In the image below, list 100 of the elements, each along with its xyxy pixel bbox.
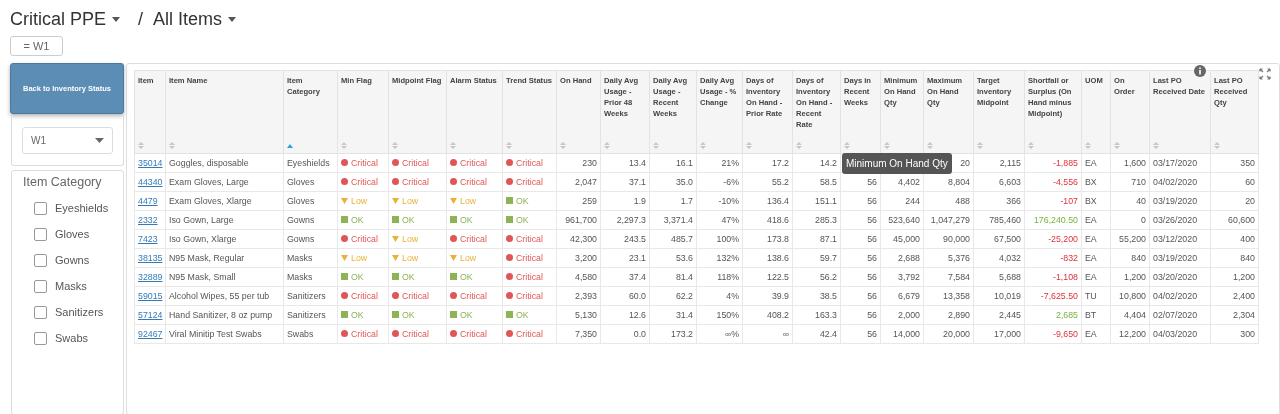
expand-icon[interactable]	[1259, 68, 1271, 80]
status-text: Low	[402, 253, 419, 263]
caret-icon[interactable]	[112, 16, 121, 22]
caret-icon	[95, 138, 104, 143]
sort-icon[interactable]	[506, 141, 512, 150]
table-cell: 7,584	[948, 272, 970, 282]
table-cell: 12,200	[1119, 329, 1146, 339]
table-cell: 21%	[721, 158, 739, 168]
ok-square-icon	[506, 311, 513, 319]
ok-square-icon	[450, 273, 457, 281]
sort-icon[interactable]	[927, 141, 933, 150]
checkbox[interactable]	[34, 227, 47, 241]
table-cell: 418.6	[767, 215, 789, 225]
status-text: OK	[402, 271, 415, 282]
status-text: Low	[402, 196, 419, 206]
table-cell: -1,885	[1053, 158, 1078, 168]
table-cell: 31.4	[675, 310, 693, 320]
checkbox[interactable]	[34, 331, 47, 345]
table-cell: Sanitizers	[287, 310, 326, 320]
critical-dot-icon	[341, 330, 348, 338]
table-cell: 5,688	[999, 272, 1021, 282]
sort-icon[interactable]	[700, 141, 706, 150]
status-text: Low	[351, 196, 368, 206]
filter-chip[interactable]: = W1	[10, 36, 63, 56]
table-cell: -6%	[723, 177, 739, 187]
critical-dot-icon	[341, 159, 348, 167]
table-cell: -4,556	[1053, 177, 1078, 187]
sort-icon[interactable]	[138, 141, 144, 150]
low-triangle-icon	[392, 236, 399, 242]
checkbox[interactable]	[34, 201, 47, 215]
critical-dot-icon	[506, 330, 513, 338]
sort-icon[interactable]	[653, 141, 659, 150]
table-cell: 1,200	[1233, 272, 1255, 282]
sort-icon[interactable]	[884, 141, 890, 150]
table-cell: 3,200	[575, 253, 597, 263]
critical-dot-icon	[506, 254, 513, 262]
table-cell: 400	[1240, 234, 1255, 244]
table-cell: Masks	[287, 253, 313, 263]
status-text: Critical	[402, 157, 429, 168]
sort-icon[interactable]	[560, 141, 566, 150]
table-cell: 2,115	[999, 158, 1021, 168]
table-cell: 4%	[726, 291, 739, 301]
breadcrumb-link[interactable]: All Items	[153, 8, 223, 30]
table-cell: -9,650	[1053, 329, 1078, 339]
checkbox[interactable]	[34, 253, 47, 267]
table-cell: 20,000	[943, 329, 970, 339]
table-cell: Goggles, disposable	[169, 158, 249, 168]
table-cell: 2,297.3	[616, 215, 646, 225]
table-cell: 2,393	[575, 291, 597, 301]
table-cell: 3,371.4	[663, 215, 693, 225]
checkbox-label: Gloves	[55, 228, 90, 240]
critical-dot-icon	[506, 159, 513, 167]
sort-icon[interactable]	[169, 141, 175, 150]
status-text: Critical	[402, 328, 429, 339]
table-cell: -1,108	[1053, 272, 1078, 282]
sort-icon[interactable]	[796, 141, 802, 150]
sort-icon[interactable]	[1214, 141, 1220, 150]
low-triangle-icon	[392, 198, 399, 204]
filter-title: Item Category	[23, 175, 103, 189]
status-text: Critical	[460, 157, 487, 168]
status-text: Critical	[516, 328, 543, 339]
sort-icon[interactable]	[1153, 141, 1159, 150]
table-cell: N95 Mask, Regular	[169, 253, 245, 263]
status-text: Low	[402, 234, 419, 244]
low-triangle-icon	[392, 255, 399, 261]
table-cell: 173.2	[671, 329, 693, 339]
sort-icon[interactable]	[1114, 141, 1120, 150]
table-cell: 04/02/2020	[1153, 291, 1198, 301]
sort-icon[interactable]	[977, 141, 983, 150]
table-cell: EA	[1085, 253, 1097, 263]
sort-icon[interactable]	[1085, 141, 1091, 150]
sort-icon[interactable]	[604, 141, 610, 150]
sort-icon[interactable]	[844, 141, 850, 150]
info-icon[interactable]	[1194, 65, 1206, 77]
ok-square-icon	[392, 216, 399, 224]
sort-icon[interactable]	[746, 141, 752, 150]
caret-icon[interactable]	[228, 16, 237, 22]
checkbox[interactable]	[34, 305, 47, 319]
sort-icon[interactable]	[341, 141, 347, 150]
table-cell: 56	[867, 215, 877, 225]
sort-icon[interactable]	[450, 141, 456, 150]
table-cell: 1,047,279	[930, 215, 970, 225]
sort-icon[interactable]	[1028, 141, 1034, 150]
table-cell: 710	[1131, 177, 1146, 187]
table-cell: Alcohol Wipes, 55 per tub	[169, 291, 270, 301]
table-cell: Eyeshields	[287, 158, 330, 168]
warehouse-select[interactable]: W1	[22, 127, 113, 154]
checkbox[interactable]	[34, 279, 47, 293]
breadcrumb-link[interactable]: Critical PPE	[10, 8, 107, 30]
table-cell: 42,300	[570, 234, 597, 244]
table-cell: 366	[1006, 196, 1021, 206]
table-cell: 350	[1240, 158, 1255, 168]
table-cell: 1,600	[1124, 158, 1146, 168]
critical-dot-icon	[341, 235, 348, 243]
table-cell: 132%	[716, 253, 739, 263]
table-cell: EA	[1085, 215, 1097, 225]
table-cell: 60.0	[628, 291, 646, 301]
critical-dot-icon	[450, 159, 457, 167]
table-cell: 8,804	[948, 177, 970, 187]
sort-icon[interactable]	[392, 141, 398, 150]
